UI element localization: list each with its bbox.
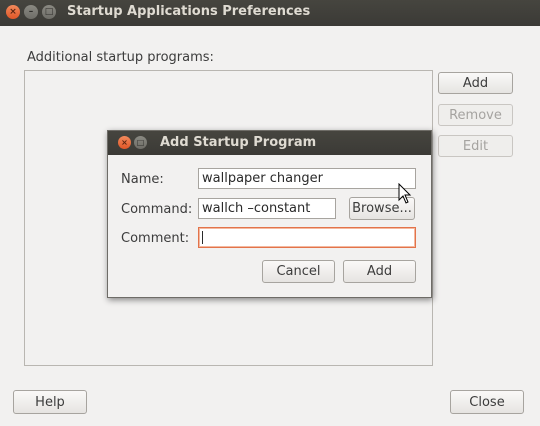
remove-button[interactable]: Remove <box>438 104 513 126</box>
name-label: Name: <box>121 172 164 187</box>
mouse-pointer-icon <box>398 183 412 204</box>
help-button[interactable]: Help <box>13 390 87 414</box>
cancel-button[interactable]: Cancel <box>262 260 335 283</box>
dialog-add-button[interactable]: Add <box>343 260 416 283</box>
window-close-icon[interactable]: × <box>6 5 20 19</box>
edit-button[interactable]: Edit <box>438 135 513 157</box>
window-minimize-icon[interactable]: – <box>24 5 38 19</box>
titlebar: × – □ Startup Applications Preferences <box>0 0 540 26</box>
comment-label: Comment: <box>121 231 190 246</box>
section-label: Additional startup programs: <box>27 50 214 65</box>
window-maximize-icon[interactable]: □ <box>42 5 56 19</box>
dialog-title: Add Startup Program <box>160 135 317 150</box>
close-button[interactable]: Close <box>450 390 524 414</box>
add-button[interactable]: Add <box>438 72 513 94</box>
dialog-titlebar: × □ Add Startup Program <box>108 131 431 155</box>
window-title: Startup Applications Preferences <box>67 4 311 19</box>
name-field[interactable]: wallpaper changer <box>198 168 416 189</box>
dialog-close-icon[interactable]: × <box>118 136 131 149</box>
comment-field[interactable] <box>198 227 416 248</box>
command-label: Command: <box>121 202 193 217</box>
add-startup-program-dialog: × □ Add Startup Program Name: wallpaper … <box>107 130 432 298</box>
text-caret <box>202 231 203 244</box>
command-field[interactable]: wallch –constant <box>198 198 336 219</box>
dialog-maximize-icon[interactable]: □ <box>134 136 147 149</box>
